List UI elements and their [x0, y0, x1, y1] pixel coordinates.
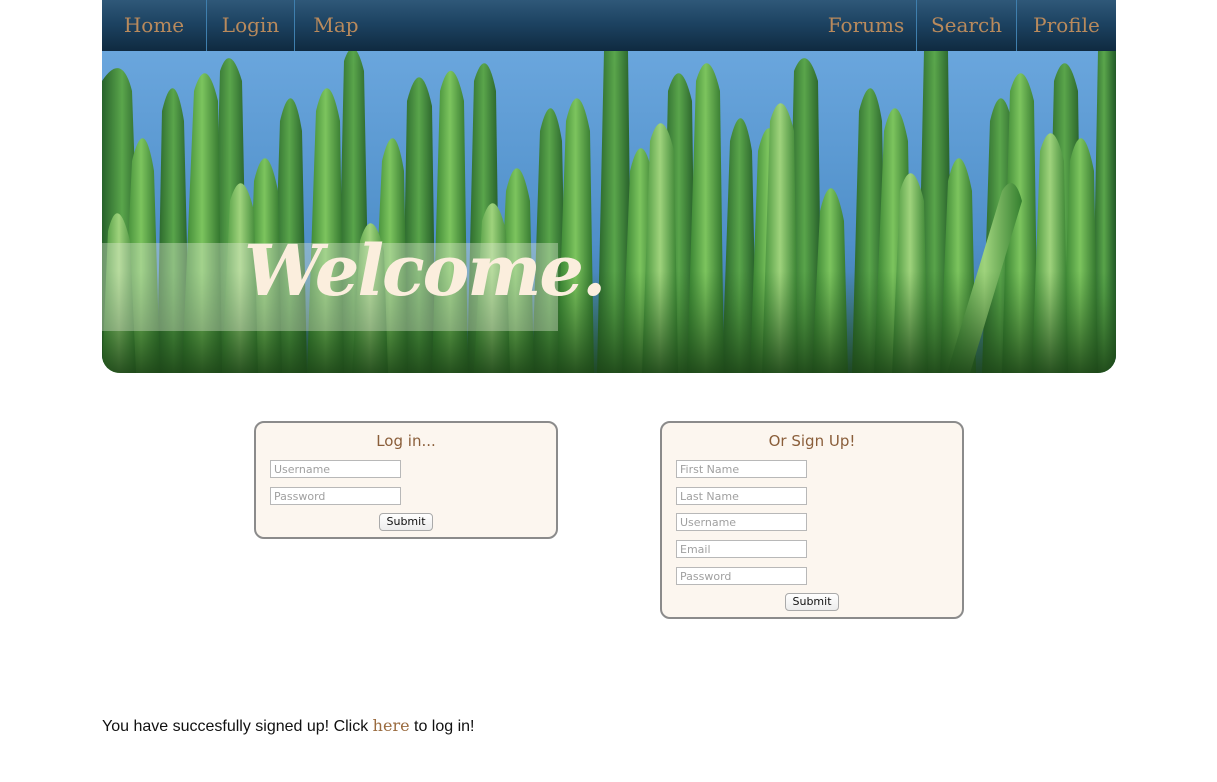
nav-item-home[interactable]: Home [102, 0, 207, 51]
message-text-before: You have succesfully signed up! Click [102, 718, 373, 735]
nav-item-profile[interactable]: Profile [1016, 0, 1116, 51]
signup-first-name-input[interactable] [676, 460, 807, 478]
login-panel: Log in... Submit [254, 421, 558, 539]
signup-submit-button[interactable]: Submit [785, 593, 839, 611]
signup-password-input[interactable] [676, 567, 807, 585]
nav-item-search[interactable]: Search [916, 0, 1016, 51]
welcome-heading: Welcome. [244, 229, 606, 312]
nav-right-group: Forums Search Profile [816, 0, 1116, 51]
signup-username-input[interactable] [676, 513, 807, 531]
signup-panel: Or Sign Up! Submit [660, 421, 964, 619]
login-username-input[interactable] [270, 460, 401, 478]
hero-banner: Welcome. [102, 51, 1116, 373]
page: Home Login Map Forums Search Profile Wel… [0, 0, 1217, 782]
nav-left-group: Home Login Map [102, 0, 377, 51]
message-text-after: to log in! [409, 718, 475, 735]
signup-email-input[interactable] [676, 540, 807, 558]
login-title: Log in... [376, 432, 436, 450]
signup-title: Or Sign Up! [768, 432, 856, 450]
login-here-link[interactable]: here [373, 716, 410, 735]
nav-item-map[interactable]: Map [295, 0, 377, 51]
login-password-input[interactable] [270, 487, 401, 505]
signup-success-message: You have succesfully signed up! Click he… [102, 716, 475, 736]
login-submit-button[interactable]: Submit [379, 513, 433, 531]
top-nav: Home Login Map Forums Search Profile [102, 0, 1116, 51]
nav-item-forums[interactable]: Forums [816, 0, 916, 51]
signup-last-name-input[interactable] [676, 487, 807, 505]
nav-item-login[interactable]: Login [207, 0, 295, 51]
